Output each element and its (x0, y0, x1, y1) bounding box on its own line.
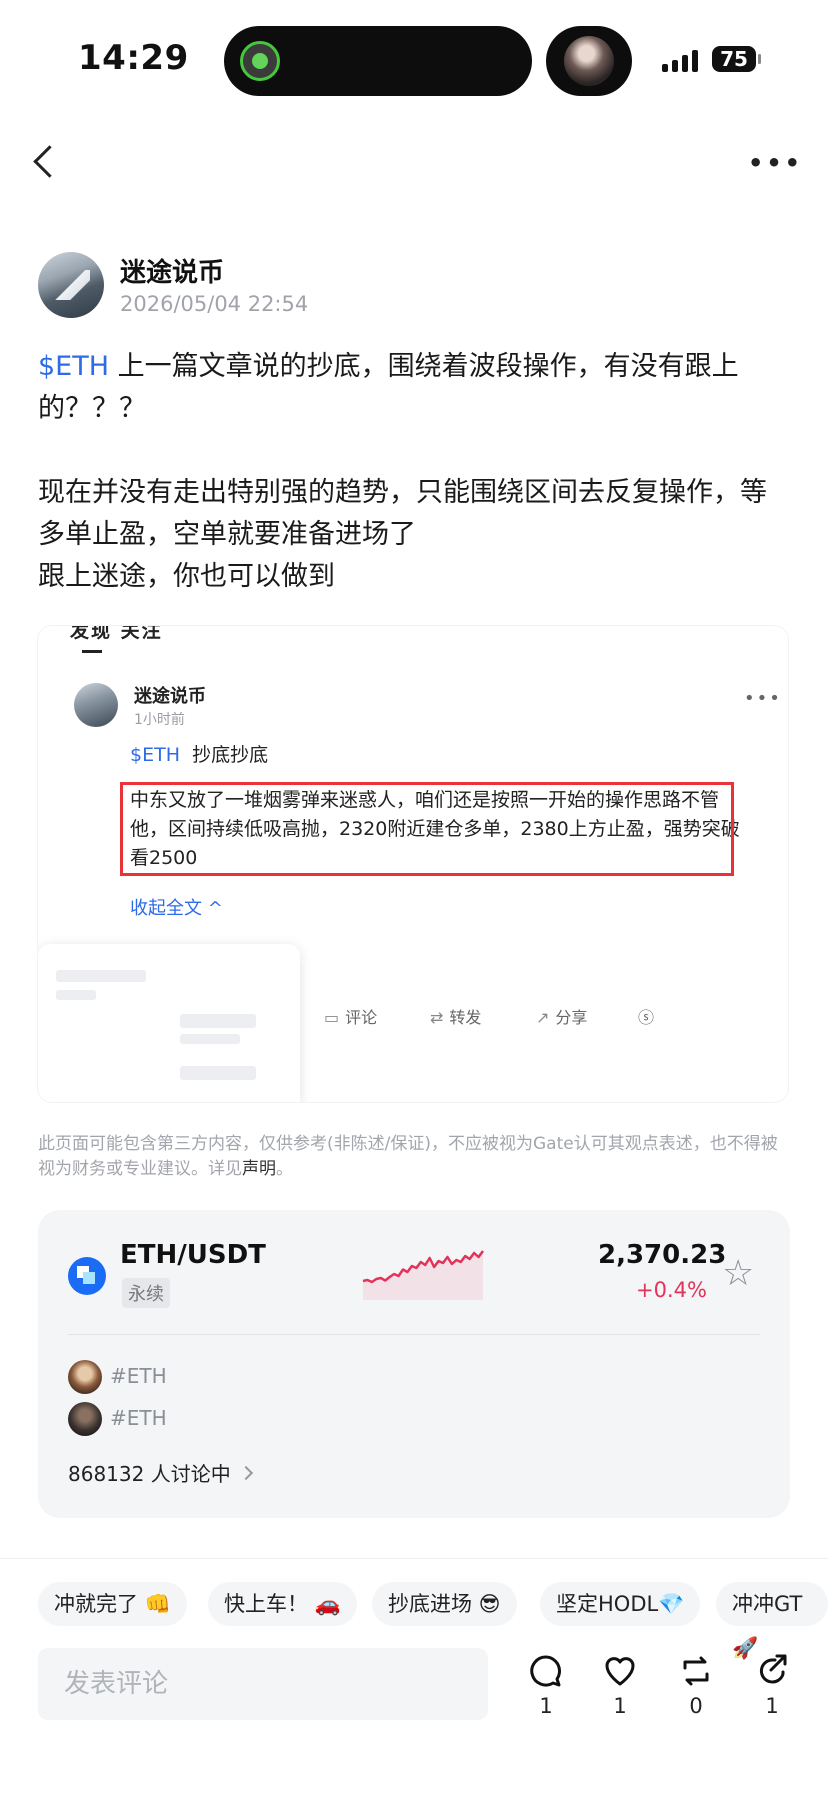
eth-tag-link[interactable]: $ETH (38, 351, 109, 382)
post-date: 2026/05/04 22:54 (120, 292, 309, 316)
comment-input[interactable]: 发表评论 (38, 1648, 488, 1720)
market-change: +0.4% (636, 1278, 707, 1302)
embedded-comment-action: ▭ 评论 (324, 1008, 378, 1027)
embedded-tab-indicator (82, 650, 102, 653)
quick-reply-chip-5[interactable]: 冲冲GT 🚀 (716, 1582, 828, 1660)
embedded-popup (38, 944, 300, 1102)
comment-count: 1 (539, 1694, 553, 1718)
market-pair[interactable]: ETH/USDT (120, 1240, 266, 1270)
now-playing-island (546, 26, 632, 96)
market-type-badge: 永续 (122, 1278, 170, 1308)
share-button-icon[interactable] (752, 1654, 792, 1688)
repost-icon: ⇄ (430, 1008, 444, 1027)
highlight-box (120, 782, 734, 876)
chevron-right-icon (238, 1465, 253, 1481)
embedded-time: 1小时前 (134, 712, 185, 728)
quick-reply-chip-3[interactable]: 抄底进场 😎 (372, 1582, 517, 1626)
embedded-repost-action: ⇄ 转发 (430, 1008, 482, 1027)
post-line-1: 上一篇文章说的抄底，围绕着波段操作，有没有跟上的？？？ (38, 351, 739, 424)
signal-icon (662, 50, 702, 72)
post-line-3: 跟上迷途，你也可以做到 (38, 561, 335, 592)
embedded-share-action: ↗ 分享 (536, 1008, 588, 1027)
battery-icon: 75 (712, 46, 761, 72)
market-price: 2,370.23 (598, 1240, 727, 1270)
comment-icon: ▭ (324, 1008, 340, 1027)
disclaimer: 此页面可能包含第三方内容，仅供参考(非陈述/保证)，不应被视为Gate认可其观点… (38, 1134, 778, 1179)
author-name[interactable]: 迷途说币 (120, 252, 224, 289)
embedded-tip-icon: ⓢ (638, 1008, 655, 1027)
live-activity-icon (240, 41, 280, 81)
embedded-collapse-link: 收起全文 ^ (130, 898, 223, 919)
quick-reply-chip-2[interactable]: 快上车！ 🚗 (208, 1582, 357, 1626)
share-count: 1 (765, 1694, 779, 1718)
topic-avatar-1 (68, 1360, 102, 1394)
price-sparkline (362, 1250, 485, 1300)
quick-reply-chip-4[interactable]: 坚定HODL💎 (540, 1582, 701, 1626)
like-count: 1 (613, 1694, 627, 1718)
topic-tag-2[interactable]: #ETH (110, 1406, 167, 1430)
more-options-icon[interactable]: ••• (748, 151, 803, 175)
repost-button-icon[interactable] (676, 1654, 716, 1688)
album-art-icon (564, 36, 614, 86)
post-line-2: 现在并没有走出特别强的趋势，只能围绕区间去反复操作，等多单止盈，空单就要准备进场… (38, 477, 767, 550)
author-avatar[interactable] (38, 252, 104, 318)
disclaimer-link[interactable]: 声明 (242, 1159, 276, 1179)
share-icon: ↗ (536, 1008, 550, 1027)
quick-reply-chip-1[interactable]: 冲就完了 👊 (38, 1582, 187, 1626)
card-divider (68, 1334, 760, 1335)
bottom-separator (0, 1558, 828, 1559)
gate-coin-icon (68, 1257, 106, 1295)
favorite-star-icon[interactable]: ☆ (722, 1254, 754, 1294)
embedded-author: 迷途说币 (134, 686, 206, 707)
status-time: 14:29 (78, 38, 189, 78)
discussion-count-link[interactable]: 868132 人讨论中 (68, 1458, 253, 1487)
comment-button-icon[interactable] (526, 1654, 566, 1688)
topic-tag-1[interactable]: #ETH (110, 1364, 167, 1388)
embedded-avatar (74, 683, 118, 727)
post-image[interactable]: 发现 关注 迷途说币 1小时前 ••• $ETH 抄底抄底 中东又放了一堆烟雾弹… (38, 626, 788, 1102)
back-icon[interactable] (33, 145, 66, 178)
repost-count: 0 (689, 1694, 703, 1718)
embedded-title-line: $ETH 抄底抄底 (130, 740, 268, 767)
post-content: $ETH 上一篇文章说的抄底，围绕着波段操作，有没有跟上的？？？ 现在并没有走出… (38, 346, 788, 598)
embedded-tag: $ETH (130, 744, 180, 766)
like-button-icon[interactable] (600, 1654, 640, 1688)
embedded-more-icon: ••• (744, 688, 782, 709)
dynamic-island (224, 26, 532, 96)
embedded-title: 抄底抄底 (192, 744, 269, 766)
topic-avatar-2 (68, 1402, 102, 1436)
embedded-tabs: 发现 关注 (70, 626, 163, 642)
